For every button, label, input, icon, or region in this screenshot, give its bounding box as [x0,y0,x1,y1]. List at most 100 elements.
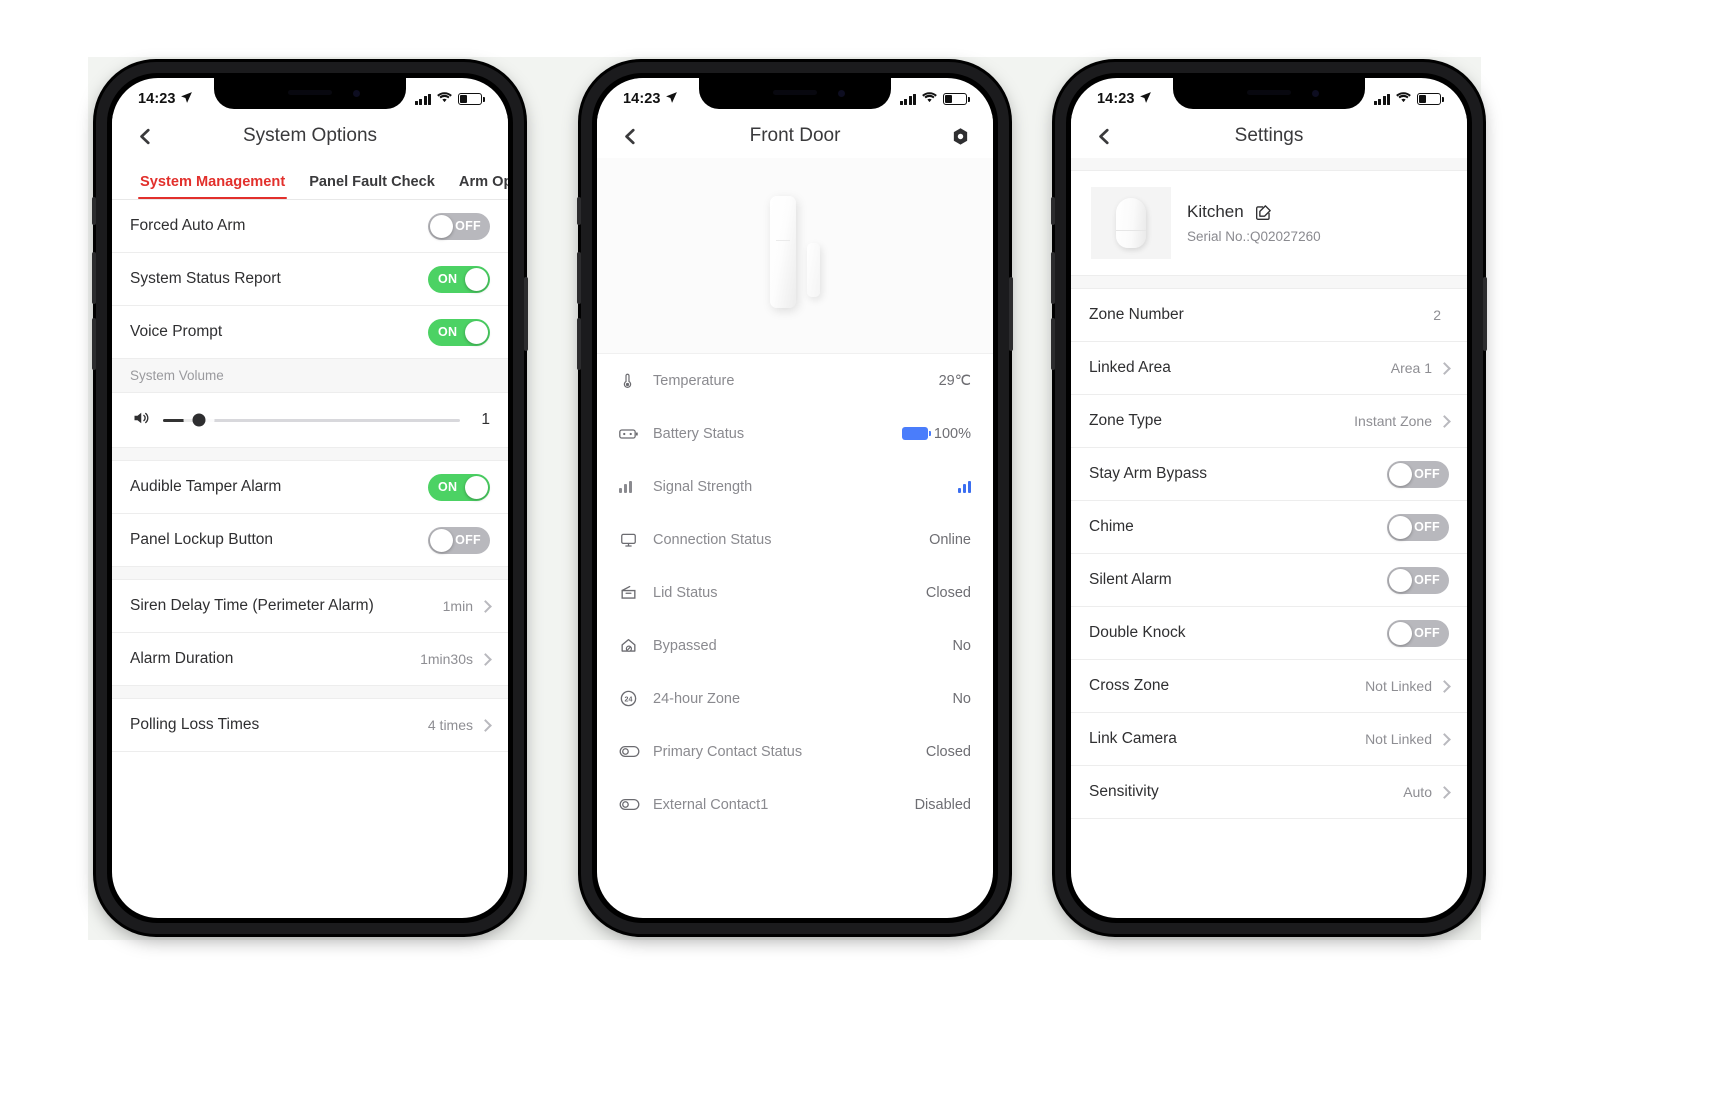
chevron-right-icon [1438,679,1451,693]
toggle-forced-auto-arm[interactable]: OFF [428,212,490,240]
chevron-right-icon [1438,414,1451,428]
row-zone-type[interactable]: Zone Type Instant Zone [1071,395,1467,448]
detail-label: Battery Status [653,425,745,442]
toggle-knob [1389,515,1412,539]
back-chevron-icon[interactable] [132,123,158,149]
row-panel-lockup-button[interactable]: Panel Lockup Button OFF [112,514,508,567]
row-double-knock[interactable]: Double Knock OFF [1071,607,1467,660]
tab-system-management[interactable]: System Management [128,174,297,199]
section-label: System Volume [130,368,224,383]
tab-panel-fault-check[interactable]: Panel Fault Check [297,174,447,199]
toggle-state-text: ON [438,325,458,339]
device-detail-list: Temperature 29℃ Battery Status 100% Sign… [597,354,993,831]
row-audible-tamper-alarm[interactable]: Audible Tamper Alarm ON [112,461,508,514]
mute-switch [92,197,96,225]
power-button [1483,277,1487,351]
toggle-silent-alarm[interactable]: OFF [1387,566,1449,594]
status-time: 14:23 [623,91,661,107]
row-sensitivity[interactable]: Sensitivity Auto [1071,766,1467,819]
row-alarm-duration[interactable]: Alarm Duration 1min30s [112,633,508,686]
back-chevron-icon[interactable] [1091,123,1117,149]
phone-mockup-front-door: 14:23 Front Door Temperature 29℃ Battery… [577,62,1013,934]
status-bar-left: 14:23 [1097,91,1152,108]
toggle-double-knock[interactable]: OFF [1387,619,1449,647]
row-label: Cross Zone [1089,677,1170,694]
power-button [1009,277,1013,351]
device-serial: Serial No.:Q02027260 [1187,229,1321,244]
row-linked-area[interactable]: Linked Area Area 1 [1071,342,1467,395]
volume-slider-thumb[interactable] [192,413,206,427]
status-bar-right [414,91,485,108]
edit-pencil-icon[interactable] [1254,203,1273,222]
pir-detector-icon [1116,198,1146,248]
row-polling-loss-times[interactable]: Polling Loss Times 4 times [112,699,508,752]
wifi-icon [436,91,453,108]
nav-bar: Front Door [597,114,993,158]
detail-row-temperature: Temperature 29℃ [597,354,993,407]
volume-up-button [92,252,96,304]
detail-label: 24-hour Zone [653,690,741,707]
toggle-system-status-report[interactable]: ON [428,265,490,293]
volume-slider-track[interactable] [163,413,460,427]
detail-value [958,480,971,493]
toggle-state-text: OFF [1414,467,1440,481]
row-label: Voice Prompt [130,323,223,340]
back-chevron-icon[interactable] [617,123,643,149]
24-hour-icon: 24 [619,689,645,708]
volume-slider-row[interactable]: 1 [112,393,508,448]
row-silent-alarm[interactable]: Silent Alarm OFF [1071,554,1467,607]
section-system-volume: System Volume [112,359,508,393]
status-time: 14:23 [1097,91,1135,107]
device-hero-image [597,158,993,354]
row-voice-prompt[interactable]: Voice Prompt ON [112,306,508,359]
tab-bar: System Management Panel Fault Check Arm … [112,158,508,200]
row-label: Forced Auto Arm [130,217,246,234]
row-system-status-report[interactable]: System Status Report ON [112,253,508,306]
phone-mockup-system-options: 14:23 System Options System Management P… [92,62,528,934]
detail-row-external-contact1: External Contact1 Disabled [597,778,993,831]
detail-value: 29℃ [938,372,971,389]
toggle-audible-tamper-alarm[interactable]: ON [428,473,490,501]
detail-row-signal-strength: Signal Strength [597,460,993,513]
volume-up-button [577,252,581,304]
status-bar-right [1373,91,1444,108]
door-contact-magnet [807,242,820,297]
row-label: Link Camera [1089,730,1177,747]
device-info: Kitchen Serial No.:Q02027260 [1187,202,1321,244]
row-siren-delay-time[interactable]: Siren Delay Time (Perimeter Alarm) 1min [112,580,508,633]
row-stay-arm-bypass[interactable]: Stay Arm Bypass OFF [1071,448,1467,501]
device-header: Kitchen Serial No.:Q02027260 [1071,171,1467,276]
row-forced-auto-arm[interactable]: Forced Auto Arm OFF [112,200,508,253]
battery-level-indicator [901,427,931,440]
settings-gear-icon[interactable] [947,123,973,149]
cellular-signal-icon [899,93,916,105]
detail-label: Primary Contact Status [653,743,803,760]
row-label: Linked Area [1089,359,1171,376]
row-chime[interactable]: Chime OFF [1071,501,1467,554]
detail-value: No [952,690,971,707]
row-link-camera[interactable]: Link Camera Not Linked [1071,713,1467,766]
chevron-right-icon [1438,732,1451,746]
device-name-line: Kitchen [1187,202,1321,222]
toggle-stay-arm-bypass[interactable]: OFF [1387,460,1449,488]
toggle-chime[interactable]: OFF [1387,513,1449,541]
toggle-panel-lockup-button[interactable]: OFF [428,526,490,554]
row-label: Panel Lockup Button [130,531,274,548]
row-cross-zone[interactable]: Cross Zone Not Linked [1071,660,1467,713]
lid-icon [619,583,645,602]
row-label: Chime [1089,518,1134,535]
chevron-right-icon [479,718,492,732]
row-label: Alarm Duration [130,650,234,667]
phone-screen: 14:23 [1071,78,1467,918]
signal-strength-indicator [958,480,971,493]
cellular-signal-icon [414,93,431,105]
mute-switch [577,197,581,225]
toggle-voice-prompt[interactable]: ON [428,318,490,346]
toggle-state-text: ON [438,480,458,494]
tab-arm-options[interactable]: Arm Opti [447,174,508,199]
door-contact-sensor-body [770,195,796,308]
thermometer-icon [619,371,645,390]
row-label: Sensitivity [1089,783,1159,800]
list-separator [112,448,508,461]
phone-bezel: 14:23 [1066,73,1472,923]
